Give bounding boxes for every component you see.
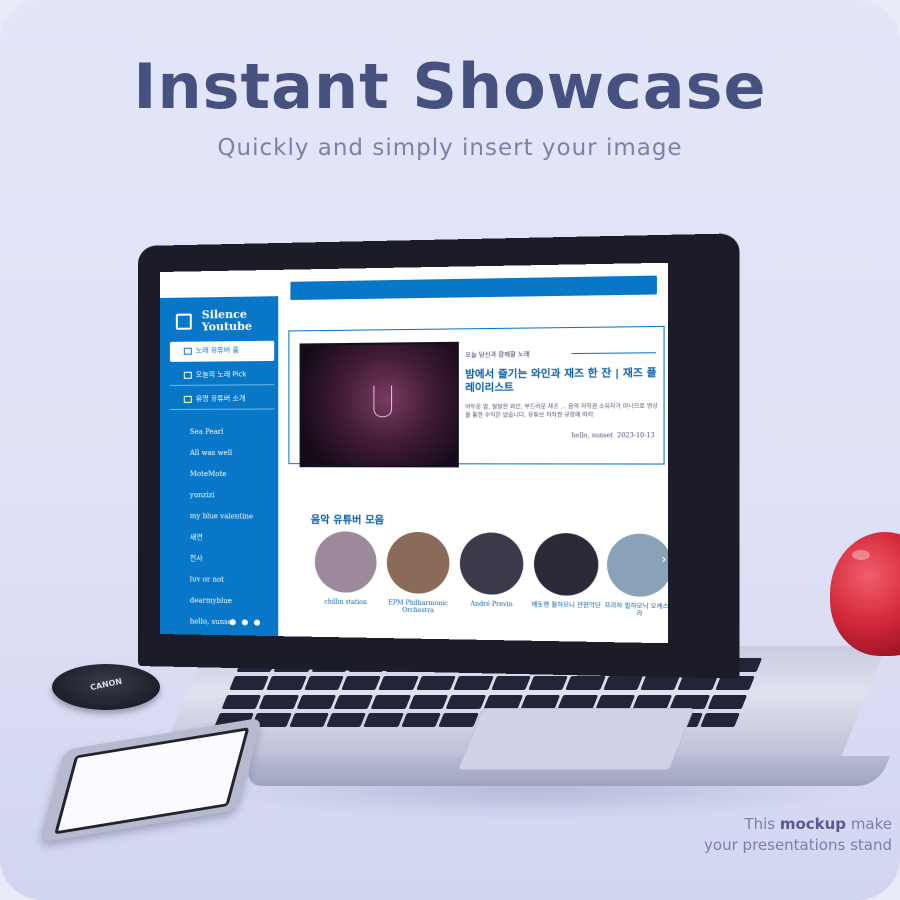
channel-link[interactable]: MoteMote xyxy=(190,464,276,485)
channel-avatar[interactable] xyxy=(606,533,668,598)
smartphone xyxy=(39,717,263,843)
channel-link[interactable]: All was well xyxy=(190,443,276,464)
featured-description: 어두운 밤, 달달한 와인, 부드러운 재즈 ... 음악 저작권 소유자가 아… xyxy=(465,403,658,419)
channel-card[interactable]: 프라하 필하모닉 오케스트라 xyxy=(603,533,668,618)
channel-carousel: chillin station EPM Philharmonic Orchest… xyxy=(311,531,668,618)
channel-avatar[interactable] xyxy=(533,532,599,597)
channel-avatar[interactable] xyxy=(314,531,377,593)
mail-icon[interactable] xyxy=(253,619,261,626)
edit-icon xyxy=(175,313,192,330)
brand-line-2: Youtube xyxy=(201,319,252,334)
channel-card[interactable]: André Previn xyxy=(456,532,528,608)
calendar-icon xyxy=(183,371,192,379)
channel-link[interactable]: 천사 xyxy=(190,548,276,570)
channel-link[interactable]: dearmyblue xyxy=(190,590,276,612)
featured-meta: hello, sunset 2023-10-13 xyxy=(571,432,654,439)
channel-link[interactable]: yunzizi xyxy=(190,485,276,507)
site-top-bar xyxy=(290,275,657,301)
showcase-card: Instant Showcase Quickly and simply inse… xyxy=(0,0,900,900)
chevron-right-icon[interactable]: › xyxy=(661,552,666,567)
github-icon[interactable] xyxy=(229,619,236,626)
tagline-line-2: your presentations stand xyxy=(704,836,892,854)
featured-date: 2023-10-13 xyxy=(617,432,655,440)
sidebar-item-famous[interactable]: 유명 유튜버 소개 xyxy=(169,389,275,410)
channel-card[interactable]: 베토벤 월하모니 관현악단 xyxy=(530,532,603,610)
featured-author: hello, sunset xyxy=(571,432,614,440)
lens-cap-text: CANON xyxy=(89,676,123,693)
headphones-icon xyxy=(183,347,192,355)
featured-kicker: 오늘 당신과 함께할 노래 xyxy=(465,351,530,360)
site-sidebar: Silence Youtube 노래 유튜버 홈 오늘의 노래 Pick 유명 … xyxy=(160,296,279,637)
tagline: This mockup make your presentations stan… xyxy=(704,814,892,856)
featured-thumbnail[interactable] xyxy=(299,341,459,468)
laptop-screen: Silence Youtube 노래 유튜버 홈 오늘의 노래 Pick 유명 … xyxy=(160,262,668,644)
channel-avatar[interactable] xyxy=(459,532,524,595)
channel-link[interactable]: Sea Pearl xyxy=(190,422,276,443)
channel-list: Sea Pearl All was well MoteMote yunzizi … xyxy=(190,422,276,634)
wine-glass-icon xyxy=(373,385,393,418)
featured-post[interactable]: 오늘 당신과 함께할 노래 밤에서 즐기는 와인과 재즈 한 잔 | 재즈 플레… xyxy=(288,325,665,468)
lens-cap: CANON xyxy=(52,664,160,710)
channel-avatar[interactable] xyxy=(386,531,450,594)
channel-card-label: 베토벤 월하모니 관현악단 xyxy=(531,601,601,610)
sidebar-item-today-pick[interactable]: 오늘의 노래 Pick xyxy=(169,365,275,386)
channel-card-label: André Previn xyxy=(470,600,513,609)
laptop-trackpad xyxy=(457,708,695,770)
channel-card[interactable]: EPM Philharmonic Orchestra xyxy=(383,531,454,615)
hero-subtitle: Quickly and simply insert your image xyxy=(217,135,683,161)
hero-title: Instant Showcase xyxy=(133,50,767,123)
sidebar-footer xyxy=(229,619,261,626)
tagline-bold: mockup xyxy=(779,815,847,833)
channel-card[interactable]: chillin station xyxy=(311,531,381,606)
channel-card-label: 프라하 필하모닉 오케스트라 xyxy=(604,602,668,618)
section-title: 음악 유튜버 모음 xyxy=(310,514,385,527)
chat-icon[interactable] xyxy=(241,619,248,626)
featured-title[interactable]: 밤에서 즐기는 와인과 재즈 한 잔 | 재즈 플레이리스트 xyxy=(465,367,658,395)
tagline-pre: This xyxy=(744,815,780,833)
kicker-divider xyxy=(571,352,656,355)
tagline-post: make xyxy=(846,815,892,833)
channel-card-label: chillin station xyxy=(324,598,367,607)
apple xyxy=(830,532,900,656)
channel-link[interactable]: 새연 xyxy=(190,527,276,549)
channel-card-label: EPM Philharmonic Orchestra xyxy=(388,599,448,615)
video-icon xyxy=(183,395,192,403)
channel-link[interactable]: luv or not xyxy=(190,569,276,591)
site-brand[interactable]: Silence Youtube xyxy=(175,308,262,334)
sidebar-menu: 노래 유튜버 홈 오늘의 노래 Pick 유명 유튜버 소개 xyxy=(169,340,275,414)
channel-link[interactable]: my blue valentine xyxy=(190,506,276,528)
sidebar-item-home[interactable]: 노래 유튜버 홈 xyxy=(169,340,275,362)
